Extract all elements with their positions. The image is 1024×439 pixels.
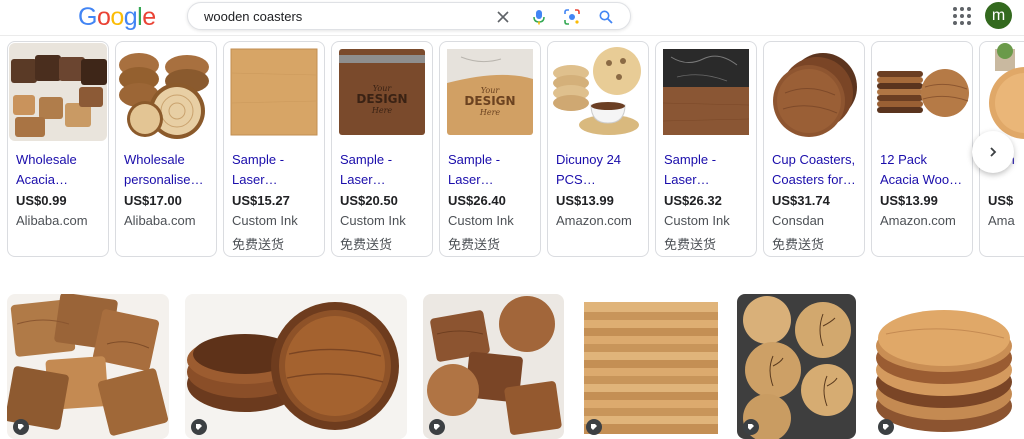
product-title[interactable]: Cup Coasters, Coasters for… — [772, 150, 862, 190]
image-result[interactable] — [423, 294, 564, 439]
price-tag-icon — [13, 419, 29, 435]
product-title[interactable]: Sample - Laser… — [232, 150, 322, 190]
search-box[interactable]: wooden coasters — [187, 2, 631, 30]
product-store: Custom Ink — [664, 213, 730, 228]
product-title[interactable]: Wholesale personalise… — [124, 150, 214, 190]
price-tag-icon — [586, 419, 602, 435]
search-input[interactable]: wooden coasters — [204, 9, 302, 24]
product-store: Alibaba.com — [124, 213, 196, 228]
product-card[interactable]: Cup Coasters, Coasters for… US$31.74 Cons… — [763, 41, 865, 257]
product-price: US$20.50 — [340, 193, 398, 208]
product-shipping: 免费送货 — [772, 237, 825, 252]
image-result[interactable] — [185, 294, 407, 439]
svg-text:Here: Here — [371, 106, 393, 115]
logo-letter: g — [123, 3, 138, 31]
product-card[interactable]: Dicunoy 24 PCS… US$13.99 Amazon.com — [547, 41, 649, 257]
logo-letter: o — [110, 3, 124, 31]
product-image[interactable] — [657, 43, 755, 141]
product-shipping: 免费送货 — [664, 237, 717, 252]
product-card[interactable]: 12 Pack Acacia Woo… US$13.99 Amazon.com — [871, 41, 973, 257]
price-tag-icon — [743, 419, 759, 435]
product-store: Custom Ink — [448, 213, 514, 228]
product-price: US$31.74 — [772, 193, 830, 208]
product-card[interactable]: Wholesale Acacia… US$0.99 Alibaba.com — [7, 41, 109, 257]
image-result[interactable] — [737, 294, 856, 439]
product-shipping: 免费送货 — [340, 237, 393, 252]
product-title[interactable]: Sample - Laser… — [340, 150, 430, 190]
product-card[interactable]: Your DESIGN Here Sample - Laser… US$26.40… — [439, 41, 541, 257]
product-price: US$13.99 — [556, 193, 614, 208]
product-card[interactable]: Sample - Laser… US$15.27 Custom Ink 免费送货 — [223, 41, 325, 257]
logo-letter: G — [78, 3, 97, 31]
shopping-carousel: Wholesale Acacia… US$0.99 Alibaba.com Who… — [7, 41, 1024, 257]
product-store: Consdan — [772, 213, 825, 228]
microphone-icon[interactable] — [529, 7, 549, 27]
product-price: US$ — [988, 193, 1014, 208]
product-shipping: 免费送货 — [448, 237, 501, 252]
image-result[interactable] — [7, 294, 169, 439]
product-store: Custom Ink — [340, 213, 406, 228]
product-image[interactable]: Your DESIGN Here — [441, 43, 539, 141]
logo-letter: o — [96, 3, 111, 31]
product-price: US$0.99 — [16, 193, 67, 208]
svg-text:DESIGN: DESIGN — [464, 94, 515, 108]
avatar[interactable]: m — [985, 2, 1012, 29]
product-title[interactable]: Dicunoy 24 PCS… — [556, 150, 646, 190]
logo-letter: e — [142, 3, 156, 31]
product-image[interactable] — [981, 43, 1024, 141]
product-image[interactable] — [225, 43, 323, 141]
product-store: Custom Ink — [232, 213, 298, 228]
product-image[interactable] — [9, 43, 107, 141]
product-image[interactable] — [117, 43, 215, 141]
product-price: US$26.32 — [664, 193, 722, 208]
image-result[interactable] — [872, 294, 1015, 439]
product-title[interactable]: Wholesale Acacia… — [16, 150, 106, 190]
apps-grid-icon[interactable] — [953, 7, 971, 25]
product-price: US$13.99 — [880, 193, 938, 208]
product-store: Amazon.com — [556, 213, 632, 228]
carousel-next-button[interactable] — [972, 131, 1014, 173]
svg-text:DESIGN: DESIGN — [356, 92, 407, 106]
image-results-row — [0, 294, 1024, 439]
product-title[interactable]: Sample - Laser… — [664, 150, 754, 190]
product-shipping: 免费送货 — [232, 237, 285, 252]
price-tag-icon — [191, 419, 207, 435]
product-card[interactable]: Sample - Laser… US$26.32 Custom Ink 免费送货 — [655, 41, 757, 257]
clear-icon[interactable] — [493, 7, 513, 27]
header-bar: Google wooden coasters m — [0, 0, 1024, 36]
product-image[interactable] — [765, 43, 863, 141]
product-title[interactable]: Sample - Laser… — [448, 150, 538, 190]
product-store: Amazon.com — [880, 213, 956, 228]
camera-lens-icon[interactable] — [562, 7, 582, 27]
product-title[interactable]: 12 Pack Acacia Woo… — [880, 150, 970, 190]
product-image[interactable]: Your DESIGN Here — [333, 43, 431, 141]
image-result[interactable] — [580, 294, 721, 439]
chevron-right-icon — [990, 147, 997, 157]
price-tag-icon — [878, 419, 894, 435]
product-store: Ama — [988, 213, 1015, 228]
product-image[interactable] — [873, 43, 971, 141]
google-logo[interactable]: Google — [78, 3, 156, 32]
product-price: US$26.40 — [448, 193, 506, 208]
product-card[interactable]: Wholesale personalise… US$17.00 Alibaba.c… — [115, 41, 217, 257]
product-store: Alibaba.com — [16, 213, 88, 228]
price-tag-icon — [429, 419, 445, 435]
search-icon[interactable] — [596, 7, 616, 27]
product-image[interactable] — [549, 43, 647, 141]
product-price: US$15.27 — [232, 193, 290, 208]
product-price: US$17.00 — [124, 193, 182, 208]
product-card[interactable]: Your DESIGN Here Sample - Laser… US$20.50… — [331, 41, 433, 257]
svg-text:Here: Here — [479, 108, 501, 117]
